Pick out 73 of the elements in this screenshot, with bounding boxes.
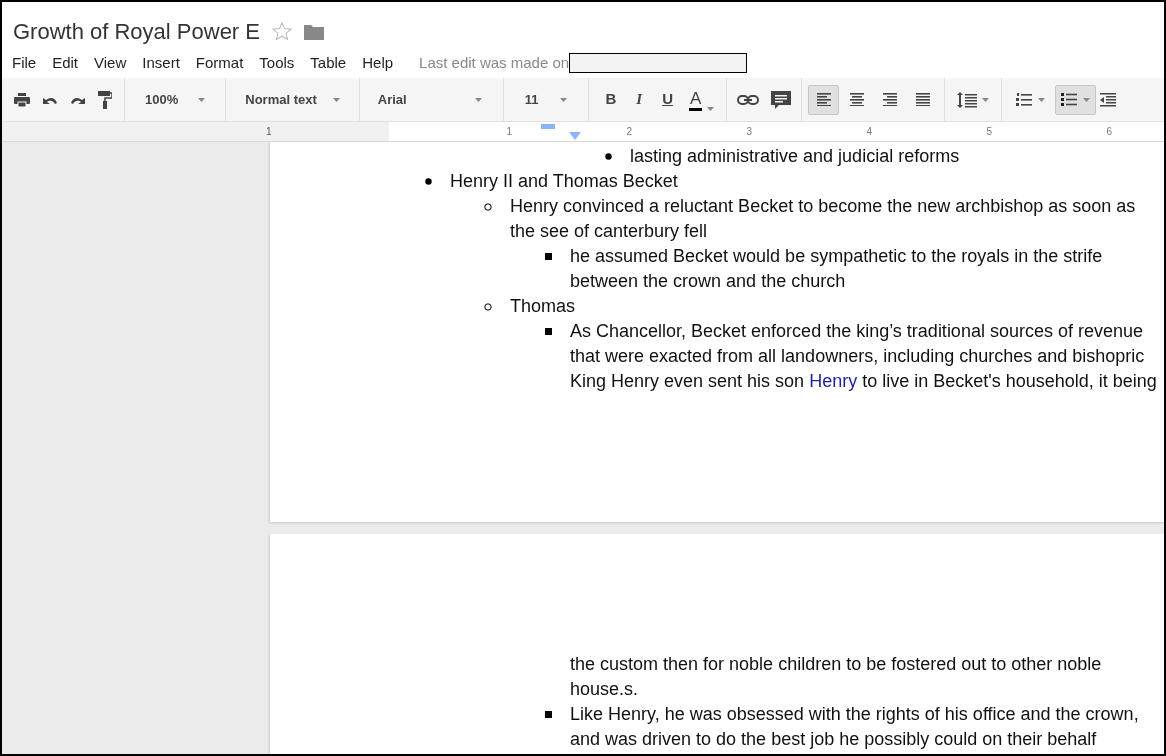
bullet-icon [484,203,492,211]
comment-icon[interactable] [771,90,792,109]
print-icon[interactable] [14,92,30,107]
text-line: the see of canterbury fell [510,220,709,243]
list-button[interactable] [1055,84,1097,115]
bullet-icon [604,153,612,160]
link-icon[interactable] [737,94,760,105]
bullet-icon [544,711,552,718]
bulleted-list-icon [1061,92,1078,107]
caret-icon [1083,97,1091,102]
folder-icon[interactable] [304,23,324,40]
caret-icon [560,97,568,102]
align-right-icon [882,93,897,106]
align-left-icon [816,93,831,106]
font-dropdown[interactable]: Arial [359,78,504,121]
document-title[interactable]: Growth of Royal Power E [13,15,260,48]
last-edit-text[interactable]: Last edit was made on [419,51,570,75]
text-line: Like Henry, he was obsessed with the rights of his office and the crown, [570,703,1139,726]
font-size-dropdown[interactable]: 11 [503,78,590,121]
bold-button[interactable]: B [601,88,621,111]
menu-item[interactable]: View [94,51,127,75]
menu-item[interactable]: Format [195,51,244,75]
text-line: and was driven to do the best job he possibly could on their behalf [570,728,1098,751]
italic-button[interactable]: I [632,88,647,111]
align-justify-icon [915,93,930,106]
menu-item[interactable]: Insert [142,51,180,75]
numbered-list-icon [1016,92,1033,107]
zoom-dropdown[interactable]: 100% [125,78,227,121]
caret-icon [1038,97,1046,102]
text-line: Henry convinced a reluctant Becket to become the new archbishop as soon as [510,195,1136,218]
link[interactable]: Henry [809,371,858,391]
bullet-icon [544,328,552,335]
decrease-indent-icon[interactable] [1100,92,1117,107]
ruler-number: 1 [266,125,272,139]
text-line: Thomas [510,295,576,318]
ruler-number: 5 [986,124,992,139]
caret-icon [198,97,206,102]
ruler-number: 4 [866,124,872,139]
bullet-icon [424,178,432,185]
ruler-number: 1 [506,124,512,139]
line-spacing-icon [957,91,978,108]
text-line: Henry II and Thomas Becket [450,170,678,193]
caret-icon [474,97,482,102]
text-color-button[interactable]: A [688,88,715,111]
align-center-icon [849,93,864,106]
underline-button[interactable]: U [658,88,677,111]
first-line-indent-handle[interactable] [541,124,555,129]
paint-format-icon[interactable] [98,90,112,109]
text-line: between the crown and the church [570,270,847,293]
menu-item[interactable]: Edit [52,51,79,75]
ruler-number: 6 [1106,124,1112,139]
menu-item[interactable]: File [12,51,37,75]
bullet-icon [484,303,492,311]
style-dropdown[interactable]: Normal text [226,78,360,121]
text-line: King Henry even sent his son Henry to live in Becket's household, it being [570,370,1157,393]
align-button[interactable] [808,84,840,115]
left-indent-handle[interactable] [569,132,581,140]
text-line: that were exacted from all landowners, including churches and bishopric [570,345,1146,368]
text-line: As Chancellor, Becket enforced the king’s traditional sources of revenue [570,320,1144,343]
caret-icon [332,97,340,102]
text-line: the custom then for noble children to be fostered out to other noble [570,653,1102,676]
text-line: lasting administrative and judicial reforms [630,145,960,168]
text-line: house.s. [570,678,640,701]
menu-item[interactable]: Tools [259,51,295,75]
ruler-number: 2 [626,124,632,139]
caret-icon [707,106,715,111]
caret-icon [982,97,990,102]
star-icon[interactable] [272,22,292,41]
bullet-icon [544,253,552,260]
text-line: he assumed Becket would be sympathetic to the royals in the strife [570,245,1103,268]
menu-item[interactable]: Table [310,51,347,75]
ruler-number: 3 [746,124,752,139]
menu-item[interactable]: Help [362,51,394,75]
